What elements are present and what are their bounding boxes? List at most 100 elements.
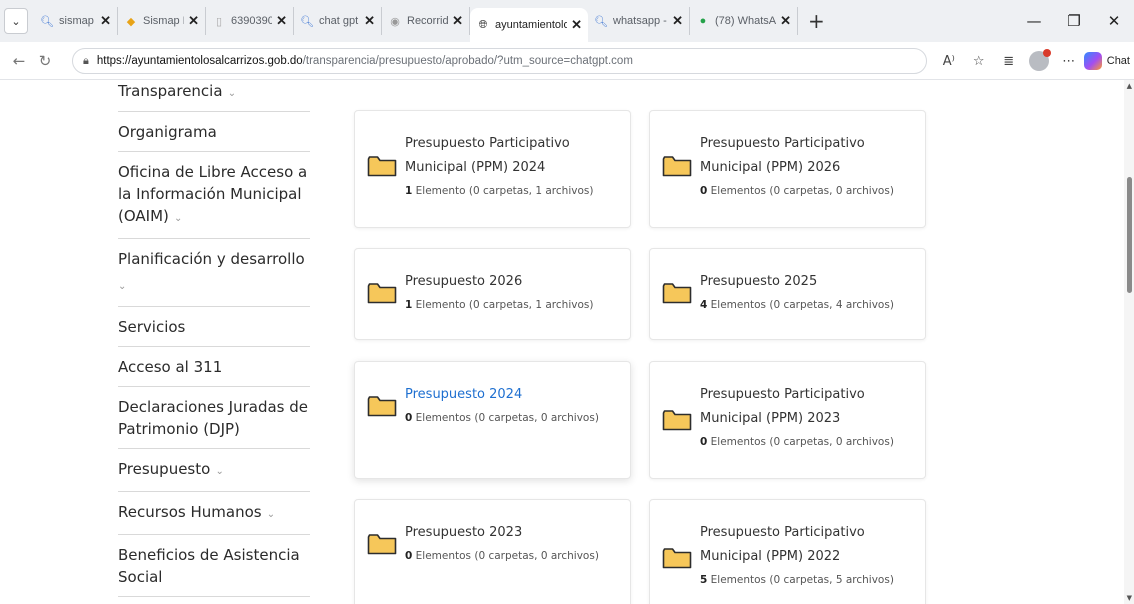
folder-count: 5 xyxy=(700,574,708,586)
page-scrollbar[interactable]: ▲ ▼ xyxy=(1124,80,1134,604)
record-icon: ◉ xyxy=(390,15,400,28)
minimize-icon[interactable]: — xyxy=(1014,12,1054,30)
sidebar-item-acceso-311[interactable]: Acceso al 311 xyxy=(118,347,310,387)
folder-meta-text: Elementos (0 carpetas, 0 archivos) xyxy=(415,412,599,424)
folder-card[interactable]: Presupuesto 2023 0 Elementos (0 carpetas… xyxy=(354,499,631,604)
sidebar-item-transparencia[interactable]: Transparencia ⌄ xyxy=(118,80,310,112)
search-icon: 🔍︎ xyxy=(40,15,54,28)
folder-card-text: Presupuesto Participativo Municipal (PPM… xyxy=(700,521,917,589)
close-icon[interactable]: ✕ xyxy=(364,13,375,29)
browser-tab[interactable]: ◉ Recorrido PPM ✕ xyxy=(382,7,470,35)
folder-title-link[interactable]: Presupuesto 2024 xyxy=(405,383,622,407)
close-icon[interactable]: ✕ xyxy=(452,13,463,29)
sidebar-item-presupuesto[interactable]: Presupuesto ⌄ xyxy=(118,449,310,492)
profile-avatar[interactable] xyxy=(1028,49,1051,71)
folder-card-text: Presupuesto Participativo Municipal (PPM… xyxy=(405,132,622,200)
scrollbar-thumb[interactable] xyxy=(1127,177,1132,293)
scroll-up-icon[interactable]: ▲ xyxy=(1127,82,1132,90)
scroll-down-icon[interactable]: ▼ xyxy=(1127,594,1132,602)
folder-icon xyxy=(662,156,692,177)
folder-card[interactable]: Presupuesto Participativo Municipal (PPM… xyxy=(649,361,926,479)
sidebar-item-oaim[interactable]: Oficina de Libre Acceso a la Información… xyxy=(118,152,310,239)
globe-icon: 🌐︎ xyxy=(478,18,488,31)
whatsapp-icon: ● xyxy=(699,15,707,27)
close-icon[interactable]: ✕ xyxy=(188,13,199,29)
folder-card[interactable]: Presupuesto Participativo Municipal (PPM… xyxy=(649,110,926,228)
close-icon[interactable]: ✕ xyxy=(100,13,111,29)
close-window-icon[interactable]: ✕ xyxy=(1094,12,1134,30)
sidebar-item-label: Recursos Humanos xyxy=(118,503,262,521)
sidebar-item-label: Declaraciones Juradas de Patrimonio (DJP… xyxy=(118,398,308,438)
favorite-star-icon[interactable]: ☆ xyxy=(964,54,994,69)
chevron-down-icon: ⌄ xyxy=(263,509,276,520)
folder-count: 1 xyxy=(405,299,413,311)
sidebar-item-servicios[interactable]: Servicios xyxy=(118,307,310,347)
copilot-chat-button[interactable]: Chat xyxy=(1083,52,1134,70)
url-field[interactable]: 🔒︎ https://ayuntamientolosalcarrizos.gob… xyxy=(72,48,927,74)
tab-list: 🔍︎ sismap municip ✕ ◆ Sismap Municip ✕ ▯… xyxy=(34,0,835,42)
back-icon[interactable]: ← xyxy=(6,52,32,70)
tab-actions-menu-button[interactable]: ⌄ xyxy=(4,8,28,34)
folder-meta: 0 Elementos (0 carpetas, 0 archivos) xyxy=(405,547,622,565)
folder-card[interactable]: Presupuesto 2026 1 Elemento (0 carpetas,… xyxy=(354,248,631,340)
sidebar-item-label: Acceso al 311 xyxy=(118,358,223,376)
folder-card[interactable]: Presupuesto Participativo Municipal (PPM… xyxy=(649,499,926,604)
sidebar-item-djp[interactable]: Declaraciones Juradas de Patrimonio (DJP… xyxy=(118,387,310,449)
folder-title: Presupuesto Participativo Municipal (PPM… xyxy=(405,136,570,175)
sidebar-item-organigrama[interactable]: Organigrama xyxy=(118,112,310,152)
sismap-icon: ◆ xyxy=(126,15,136,28)
restore-icon[interactable]: ❐ xyxy=(1054,12,1094,30)
folder-meta-text: Elementos (0 carpetas, 0 archivos) xyxy=(710,185,894,197)
sidebar-item-label: Oficina de Libre Acceso a la Información… xyxy=(118,163,308,225)
browser-tab[interactable]: 🔍︎ chat gpt - Búsq ✕ xyxy=(294,7,382,35)
browser-tab[interactable]: ◆ Sismap Municip ✕ xyxy=(118,7,206,35)
tab-title: whatsapp - Búsq xyxy=(613,15,668,27)
close-icon[interactable]: ✕ xyxy=(571,17,582,33)
sidebar-item-label: Transparencia xyxy=(118,82,223,100)
close-icon[interactable]: ✕ xyxy=(276,13,287,29)
folder-meta-text: Elemento (0 carpetas, 1 archivos) xyxy=(415,185,594,197)
refresh-icon[interactable]: ↻ xyxy=(32,52,58,70)
folder-card[interactable]: Presupuesto 2025 4 Elementos (0 carpetas… xyxy=(649,248,926,340)
folder-meta-text: Elementos (0 carpetas, 4 archivos) xyxy=(710,299,894,311)
close-icon[interactable]: ✕ xyxy=(672,13,683,29)
read-aloud-icon[interactable]: A⁾ xyxy=(934,54,964,69)
folder-meta: 0 Elementos (0 carpetas, 0 archivos) xyxy=(700,182,917,200)
folder-icon xyxy=(662,410,692,431)
browser-tab[interactable]: ● (78) WhatsApp ✕ xyxy=(690,7,798,35)
more-options-icon[interactable]: ⋯ xyxy=(1054,54,1084,69)
sidebar-item-beneficios[interactable]: Beneficios de Asistencia Social xyxy=(118,535,310,597)
address-bar-row: ← ↻ 🔒︎ https://ayuntamientolosalcarrizos… xyxy=(0,42,1134,80)
sidebar-item-label: Planificación y desarrollo xyxy=(118,250,305,268)
favorites-list-icon[interactable]: ≣ xyxy=(994,54,1024,69)
browser-tab[interactable]: ▯ 6390390514959 ✕ xyxy=(206,7,294,35)
folder-card-hovered[interactable]: Presupuesto 2024 0 Elementos (0 carpetas… xyxy=(354,361,631,479)
folder-title: Presupuesto Participativo Municipal (PPM… xyxy=(700,387,865,426)
browser-tab[interactable]: 🔍︎ whatsapp - Búsq ✕ xyxy=(588,7,690,35)
tab-title: Recorrido PPM xyxy=(407,15,449,27)
folder-card[interactable]: Presupuesto Participativo Municipal (PPM… xyxy=(354,110,631,228)
folder-title: Presupuesto 2026 xyxy=(405,274,523,289)
sidebar-item-recursos-humanos[interactable]: Recursos Humanos ⌄ xyxy=(118,492,310,535)
url-host: https://ayuntamientolosalcarrizos.gob.do xyxy=(96,55,303,67)
folder-card-text: Presupuesto 2025 4 Elementos (0 carpetas… xyxy=(700,270,917,314)
browser-tab-active[interactable]: 🌐︎ ayuntamientolo ✕ xyxy=(470,8,588,42)
folder-count: 0 xyxy=(405,412,413,424)
folder-meta-text: Elementos (0 carpetas, 0 archivos) xyxy=(710,436,894,448)
tab-title: Sismap Municip xyxy=(143,15,184,27)
folder-card-text: Presupuesto Participativo Municipal (PPM… xyxy=(700,383,917,451)
search-icon: 🔍︎ xyxy=(300,15,314,28)
folder-meta: 0 Elementos (0 carpetas, 0 archivos) xyxy=(405,409,622,427)
sidebar-item-planificacion[interactable]: Planificación y desarrollo ⌄ xyxy=(118,239,310,307)
tab-strip: ⌄ 🔍︎ sismap municip ✕ ◆ Sismap Municip ✕… xyxy=(0,0,1134,42)
sidebar-item-label: Servicios xyxy=(118,318,186,336)
url-path: /transparencia/presupuesto/aprobado/?utm… xyxy=(302,55,633,67)
close-icon[interactable]: ✕ xyxy=(780,13,791,29)
tab-title: 6390390514959 xyxy=(231,15,272,27)
new-tab-button[interactable]: + xyxy=(798,9,835,33)
chevron-down-icon: ⌄ xyxy=(212,466,224,477)
browser-tab[interactable]: 🔍︎ sismap municip ✕ xyxy=(34,7,118,35)
tab-title: (78) WhatsApp xyxy=(715,15,777,27)
chevron-down-icon: ⌄ xyxy=(224,88,237,99)
folder-count: 0 xyxy=(700,436,708,448)
